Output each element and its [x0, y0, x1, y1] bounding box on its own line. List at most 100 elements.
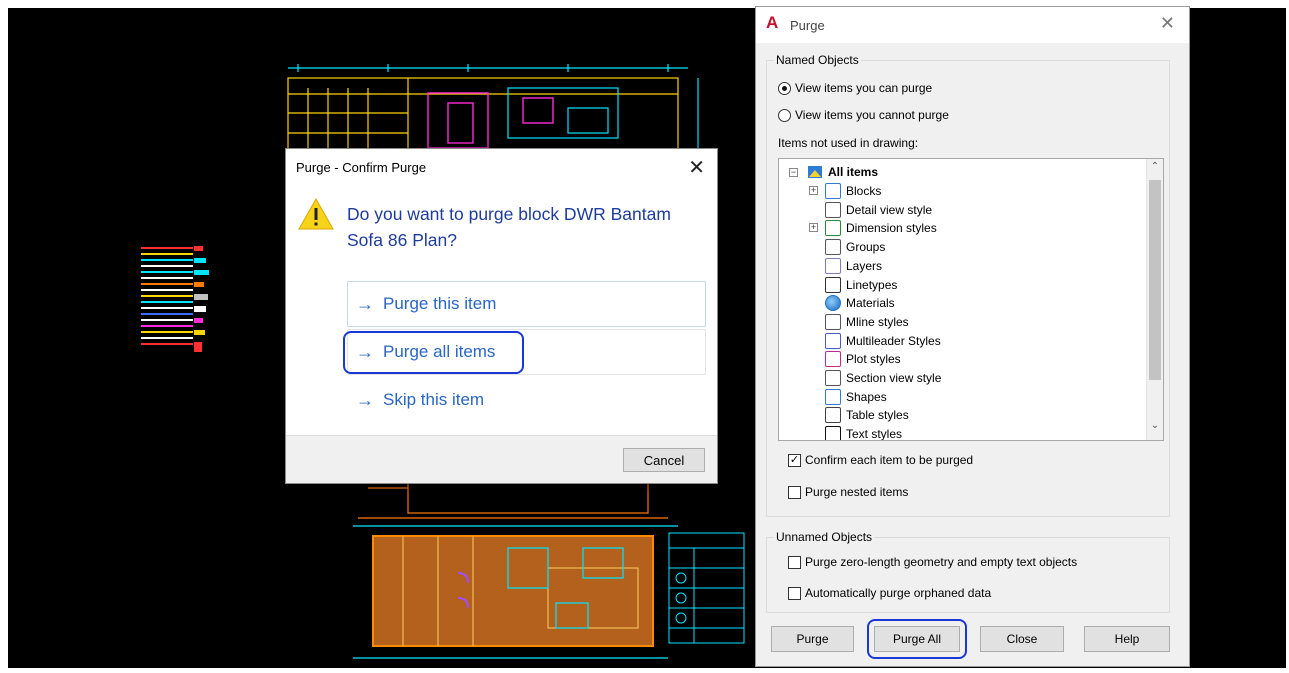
tree-item-label: Dimension styles	[846, 221, 937, 236]
radio-selected-icon	[778, 81, 791, 95]
tree-item-label: Text styles	[846, 427, 903, 441]
dimension-icon	[825, 220, 841, 237]
tree-item[interactable]: Blocks	[825, 182, 881, 200]
autocad-a-icon: A	[766, 13, 779, 32]
tree-item-label: Detail view style	[846, 202, 933, 217]
tree-item[interactable]: Layers	[825, 257, 882, 275]
checkbox-label: Confirm each item to be purged	[805, 453, 974, 467]
linetypes-icon	[825, 276, 841, 293]
scroll-thumb[interactable]	[1149, 180, 1161, 380]
purge-nested-checkbox[interactable]: Purge nested items	[788, 485, 908, 499]
command-label: Purge this item	[383, 294, 497, 313]
radio-label: View items you cannot purge	[795, 108, 949, 122]
tree-item-label: Table styles	[846, 408, 909, 423]
help-button[interactable]: Help	[1084, 626, 1170, 652]
tree-item-label: Multileader Styles	[846, 333, 941, 348]
tree-item[interactable]: Section view style	[825, 369, 941, 387]
tree-item-label: Plot styles	[846, 352, 901, 367]
tree-item[interactable]: Text styles	[825, 425, 903, 441]
close-icon[interactable]: ✕	[1160, 13, 1175, 34]
radio-view-cannot-purge[interactable]: View items you cannot purge	[778, 108, 949, 122]
expand-icon[interactable]: +	[809, 186, 818, 195]
tree-scrollbar[interactable]: ⌃ ⌄	[1146, 159, 1163, 440]
tree-root-all-items[interactable]: All items	[807, 163, 878, 181]
multileader-icon	[825, 332, 841, 349]
scroll-up-icon[interactable]: ⌃	[1147, 161, 1163, 179]
named-objects-label: Named Objects	[774, 53, 861, 67]
mline-icon	[825, 313, 841, 330]
scroll-down-icon[interactable]: ⌄	[1147, 420, 1163, 438]
checkbox-label: Automatically purge orphaned data	[805, 586, 992, 600]
confirm-dialog-title: Purge - Confirm Purge	[296, 160, 427, 175]
zero-length-checkbox[interactable]: Purge zero-length geometry and empty tex…	[788, 555, 1077, 569]
detail-view-icon	[825, 201, 841, 218]
command-label: Skip this item	[383, 390, 485, 409]
arrow-right-icon: →	[356, 389, 374, 410]
tree-item[interactable]: Mline styles	[825, 313, 909, 331]
purgeable-items-tree[interactable]: − All items + Blocks Detail view style + Dim…	[778, 158, 1164, 441]
table-styles-icon	[825, 407, 841, 424]
checkbox-label: Purge nested items	[805, 485, 909, 499]
tree-item[interactable]: Multileader Styles	[825, 332, 941, 350]
tree-item[interactable]: Linetypes	[825, 276, 897, 294]
tree-item-label: Layers	[846, 258, 883, 273]
orphaned-data-checkbox[interactable]: Automatically purge orphaned data	[788, 586, 991, 600]
purge-dialog: A Purge ✕ Named Objects View items you c…	[755, 6, 1190, 667]
checkbox-empty-icon	[788, 555, 801, 569]
tree-item-label: Section view style	[846, 371, 942, 385]
unnamed-objects-label: Unnamed Objects	[774, 530, 875, 544]
confirm-dialog-titlebar[interactable]: Purge - Confirm Purge ✕	[286, 149, 717, 187]
cancel-button[interactable]: Cancel	[623, 448, 705, 472]
tree-item[interactable]: Dimension styles	[825, 219, 937, 237]
checkbox-label: Purge zero-length geometry and empty tex…	[805, 555, 1078, 569]
checkbox-empty-icon	[788, 586, 801, 600]
groups-icon	[825, 239, 841, 256]
radio-unselected-icon	[778, 108, 791, 122]
confirm-question: Do you want to purge block DWR Bantam So…	[347, 204, 671, 250]
radio-label: View items you can purge	[795, 81, 933, 95]
confirm-purge-dialog: Purge - Confirm Purge ✕ Do you want to p…	[285, 148, 718, 484]
collapse-icon[interactable]: −	[789, 168, 798, 177]
tree-caption: Items not used in drawing:	[778, 136, 919, 150]
section-view-icon	[825, 370, 841, 386]
purge-dialog-titlebar[interactable]: A Purge ✕	[756, 7, 1189, 43]
close-button[interactable]: Close	[980, 626, 1064, 652]
tree-item-label: Shapes	[846, 389, 887, 404]
tree-item[interactable]: Plot styles	[825, 350, 901, 368]
checkbox-empty-icon	[788, 485, 801, 499]
tree-item-label: Linetypes	[846, 277, 898, 292]
tree-item-label: Materials	[846, 296, 895, 311]
unnamed-objects-group	[766, 537, 1170, 613]
checkbox-checked-icon: ✓	[788, 453, 801, 467]
arrow-right-icon: →	[356, 341, 374, 362]
shapes-icon	[825, 388, 841, 405]
confirm-each-checkbox[interactable]: ✓ Confirm each item to be purged	[788, 453, 973, 467]
arrow-right-icon: →	[356, 293, 374, 314]
blocks-icon	[825, 183, 841, 199]
purge-dialog-title: Purge	[790, 18, 825, 33]
purge-all-items-command[interactable]: → Purge all items	[347, 329, 706, 375]
tree-item-label: Blocks	[846, 184, 882, 198]
layers-icon	[825, 257, 841, 274]
tree-item[interactable]: Detail view style	[825, 201, 932, 219]
tree-item[interactable]: Table styles	[825, 406, 909, 424]
purge-this-item-command[interactable]: → Purge this item	[347, 281, 706, 327]
radio-view-can-purge[interactable]: View items you can purge	[778, 81, 932, 95]
skip-this-item-command[interactable]: → Skip this item	[347, 377, 706, 423]
all-items-icon	[808, 166, 822, 178]
tree-item[interactable]: Groups	[825, 238, 885, 256]
tree-item-label: Mline styles	[846, 314, 909, 329]
tree-item[interactable]: Materials	[825, 294, 895, 312]
purge-button[interactable]: Purge	[771, 626, 854, 652]
close-icon[interactable]: ✕	[688, 155, 705, 180]
tree-item-label: Groups	[846, 240, 886, 255]
warning-icon	[298, 197, 334, 230]
text-styles-icon	[825, 426, 841, 440]
command-label: Purge all items	[383, 342, 496, 361]
purge-all-button[interactable]: Purge All	[874, 626, 960, 652]
materials-icon	[825, 295, 841, 312]
plot-styles-icon	[825, 351, 841, 368]
confirm-dialog-footer: Cancel	[286, 435, 717, 483]
expand-icon[interactable]: +	[809, 223, 818, 233]
tree-item[interactable]: Shapes	[825, 388, 887, 406]
